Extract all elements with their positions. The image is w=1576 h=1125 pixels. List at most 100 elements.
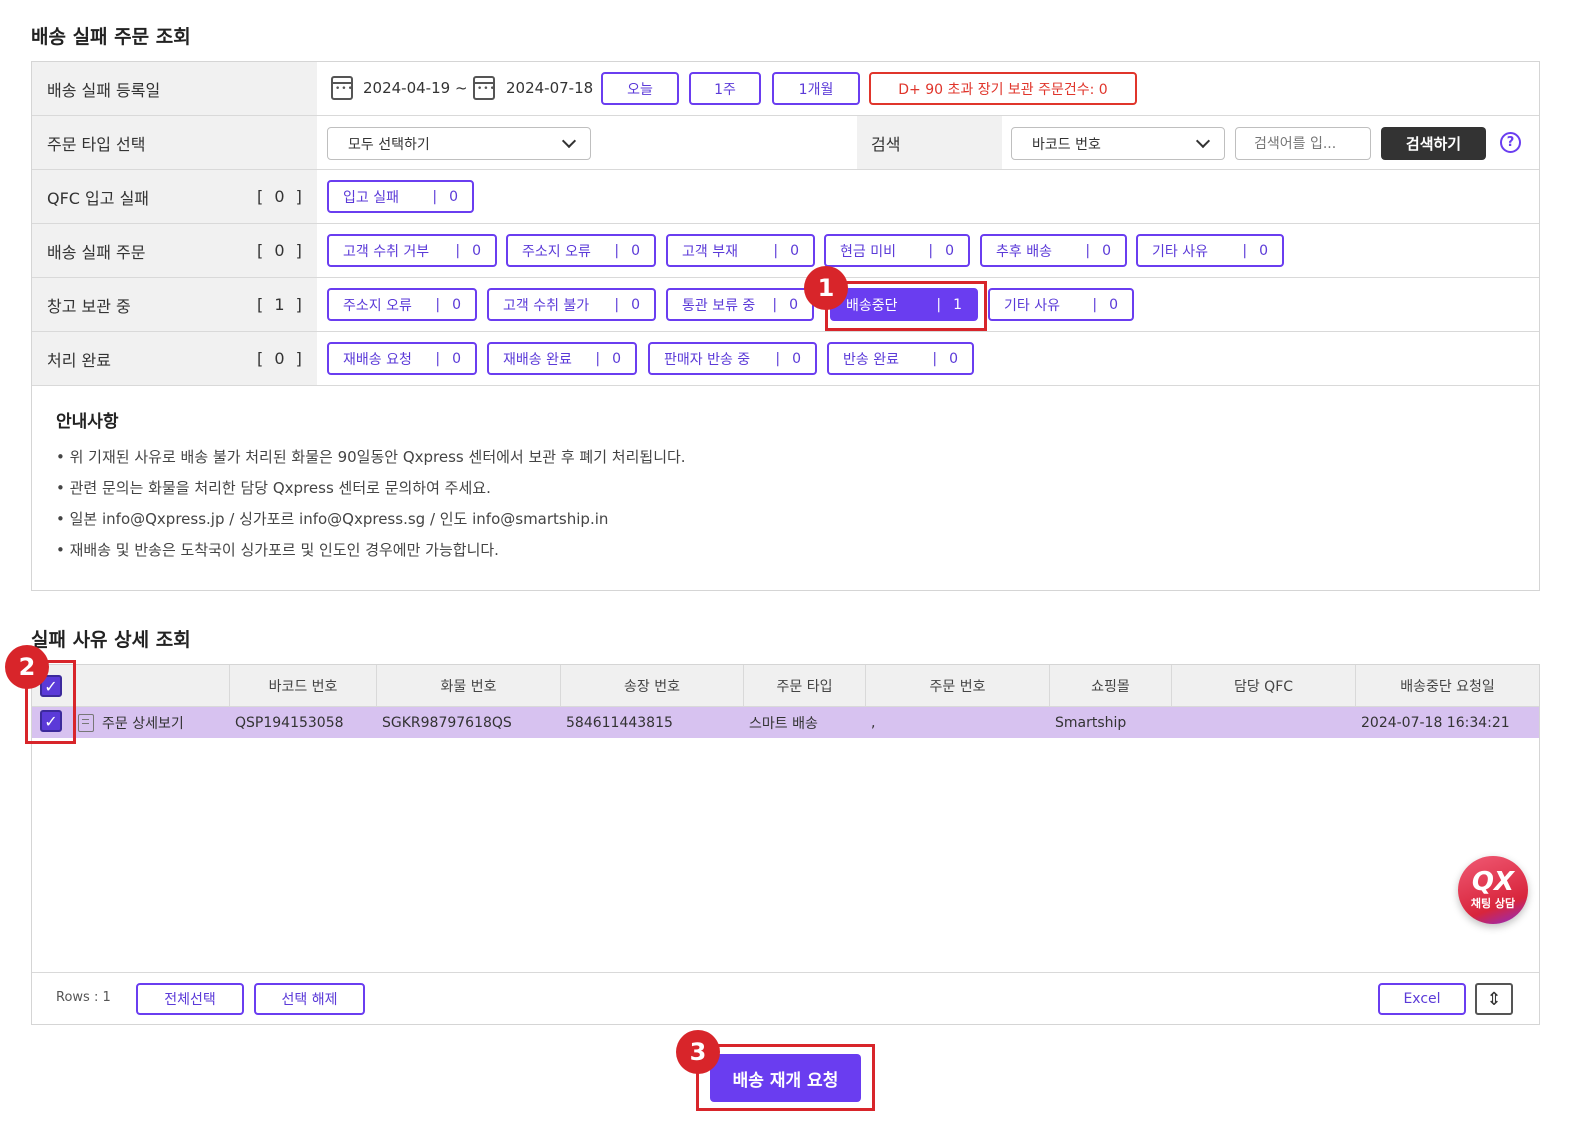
- notice-title: 안내사항: [56, 412, 119, 432]
- col-invoice[interactable]: 송장 번호: [560, 665, 743, 707]
- button-count: 0: [449, 188, 458, 205]
- calendar-icon[interactable]: [473, 76, 496, 100]
- grid-header: 바코드 번호 화물 번호 송장 번호 주문 타입 주문 번호 쇼핑몰 담당 QF…: [32, 665, 1539, 707]
- button-count: 0: [452, 350, 461, 367]
- rows-count: Rows : 1: [56, 990, 111, 1005]
- redelivery-request-button[interactable]: 재배송 요청 | 0: [327, 342, 477, 375]
- stored-unreceivable-button[interactable]: 고객 수취 불가 | 0: [487, 288, 656, 321]
- reason-absent-button[interactable]: 고객 부재 | 0: [666, 234, 815, 267]
- quick-1month-button[interactable]: 1개월: [772, 72, 860, 105]
- button-label: 재배송 완료: [503, 351, 572, 368]
- button-label: 주소지 오류: [522, 243, 591, 260]
- filter-row-warehouse: 창고 보관 중 [ 1 ] 주소지 오류 | 0 고객 수취 불가 | 0 통관 보류 …: [32, 278, 1539, 332]
- button-count: 0: [472, 242, 481, 259]
- end-date[interactable]: 2024-07-18: [506, 79, 593, 97]
- long-term-storage-button[interactable]: D+ 90 초과 장기 보관 주문건수: 0: [869, 72, 1137, 105]
- result-grid: 바코드 번호 화물 번호 송장 번호 주문 타입 주문 번호 쇼핑몰 담당 QF…: [31, 664, 1540, 1025]
- button-count: 0: [1102, 242, 1111, 259]
- button-count: 0: [631, 242, 640, 259]
- button-count: 0: [790, 242, 799, 259]
- detail-section-title: 실패 사유 상세 조회: [31, 629, 191, 651]
- chevron-down-icon: [1195, 133, 1211, 149]
- button-label: 기타 사유: [1152, 243, 1208, 260]
- filter-row-date: 배송 실패 등록일 2024-04-19 ~ 2024-07-18 오늘 1주 …: [32, 62, 1539, 116]
- stored-customs-hold-button[interactable]: 통관 보류 중 | 0: [666, 288, 814, 321]
- cell-shop: Smartship: [1055, 714, 1127, 731]
- done-count: [ 0 ]: [257, 349, 305, 368]
- button-label: 고객 부재: [682, 243, 738, 260]
- notice-line: • 일본 info@Qxpress.jp / 싱가포르 info@Qxpress…: [56, 510, 609, 528]
- qfc-fail-button[interactable]: 입고 실패 | 0: [327, 180, 474, 213]
- reason-no-cash-button[interactable]: 현금 미비 | 0: [824, 234, 970, 267]
- search-field-value: 바코드 번호: [1032, 136, 1101, 153]
- cell-invoice: 584611443815: [566, 714, 673, 731]
- failed-count: [ 0 ]: [257, 241, 305, 260]
- button-label: 현금 미비: [840, 243, 896, 260]
- document-icon: [78, 713, 94, 732]
- button-label: 통관 보류 중: [682, 297, 756, 314]
- button-count: 0: [612, 350, 621, 367]
- notice-box: 안내사항 • 위 기재된 사유로 배송 불가 처리된 화물은 90일동안 Qxp…: [56, 407, 686, 570]
- chat-consult-button[interactable]: QX 채팅 상담: [1458, 856, 1528, 924]
- quick-1week-button[interactable]: 1주: [689, 72, 761, 105]
- excel-button[interactable]: Excel: [1378, 983, 1466, 1015]
- start-date[interactable]: 2024-04-19 ~: [363, 79, 468, 97]
- warehouse-count: [ 1 ]: [257, 295, 305, 314]
- filter-row-failed: 배송 실패 주문 [ 0 ] 고객 수취 거부 | 0 주소지 오류 | 0 고객 부재…: [32, 224, 1539, 278]
- button-label: 입고 실패: [343, 189, 399, 206]
- redelivery-done-button[interactable]: 재배송 완료 | 0: [487, 342, 637, 375]
- button-count: 0: [452, 296, 461, 313]
- highlight-box: [696, 1044, 875, 1111]
- cell-qfc: [1171, 707, 1177, 738]
- col-cargo[interactable]: 화물 번호: [376, 665, 560, 707]
- qfc-count: [ 0 ]: [257, 187, 305, 206]
- expand-height-icon[interactable]: ⇕: [1475, 983, 1513, 1015]
- search-label: 검색: [857, 116, 1002, 169]
- help-icon[interactable]: ?: [1500, 132, 1521, 153]
- seller-return-button[interactable]: 판매자 반송 중 | 0: [648, 342, 817, 375]
- filter-row-order-type: 주문 타입 선택 모두 선택하기 검색 바코드 번호 검색하기 ?: [32, 116, 1539, 170]
- filter-panel: 배송 실패 등록일 2024-04-19 ~ 2024-07-18 오늘 1주 …: [31, 61, 1540, 591]
- col-order-no[interactable]: 주문 번호: [865, 665, 1049, 707]
- step-marker-1: 1: [804, 266, 848, 310]
- quick-today-button[interactable]: 오늘: [601, 72, 679, 105]
- deselect-button[interactable]: 선택 해제: [254, 983, 365, 1015]
- step-marker-3: 3: [676, 1030, 720, 1074]
- col-qfc[interactable]: 담당 QFC: [1171, 665, 1355, 707]
- reason-other-button[interactable]: 기타 사유 | 0: [1136, 234, 1284, 267]
- order-type-label: 주문 타입 선택: [32, 116, 317, 169]
- cell-stop-date: 2024-07-18 16:34:21: [1361, 714, 1510, 731]
- button-label: 기타 사유: [1004, 297, 1060, 314]
- qx-logo-icon: QX: [1471, 867, 1515, 897]
- button-label: 고객 수취 불가: [503, 297, 590, 314]
- button-count: 0: [792, 350, 801, 367]
- reason-address-error-button[interactable]: 주소지 오류 | 0: [506, 234, 656, 267]
- return-done-button[interactable]: 반송 완료 | 0: [827, 342, 974, 375]
- date-label: 배송 실패 등록일: [32, 62, 317, 115]
- table-row[interactable]: 주문 상세보기 QSP194153058 SGKR98797618QS 5846…: [32, 707, 1539, 738]
- col-order-type[interactable]: 주문 타입: [743, 665, 865, 707]
- col-shop[interactable]: 쇼핑몰: [1049, 665, 1171, 707]
- order-type-select[interactable]: 모두 선택하기: [327, 127, 591, 160]
- highlight-box: [825, 281, 987, 331]
- search-input[interactable]: [1235, 127, 1371, 160]
- grid-footer: Rows : 1 전체선택 선택 해제 Excel ⇕: [32, 972, 1539, 1024]
- search-button[interactable]: 검색하기: [1381, 127, 1486, 160]
- cell-order-no: ,: [871, 714, 876, 731]
- notice-line: • 위 기재된 사유로 배송 불가 처리된 화물은 90일동안 Qxpress …: [56, 448, 686, 466]
- order-detail-link[interactable]: 주문 상세보기: [72, 707, 184, 738]
- button-label: 주소지 오류: [343, 297, 412, 314]
- reason-later-delivery-button[interactable]: 추후 배송 | 0: [980, 234, 1127, 267]
- col-barcode[interactable]: 바코드 번호: [229, 665, 376, 707]
- select-all-button[interactable]: 전체선택: [136, 983, 244, 1015]
- stored-address-error-button[interactable]: 주소지 오류 | 0: [327, 288, 477, 321]
- stored-other-button[interactable]: 기타 사유 | 0: [988, 288, 1134, 321]
- reason-refused-button[interactable]: 고객 수취 거부 | 0: [327, 234, 497, 267]
- button-label: 고객 수취 거부: [343, 243, 430, 260]
- button-label: 재배송 요청: [343, 351, 412, 368]
- search-field-select[interactable]: 바코드 번호: [1011, 127, 1225, 160]
- order-type-value: 모두 선택하기: [348, 136, 430, 153]
- col-stop-date[interactable]: 배송중단 요청일: [1355, 665, 1539, 707]
- notice-line: • 관련 문의는 화물을 처리한 담당 Qxpress 센터로 문의하여 주세요…: [56, 479, 491, 497]
- calendar-icon[interactable]: [331, 76, 354, 100]
